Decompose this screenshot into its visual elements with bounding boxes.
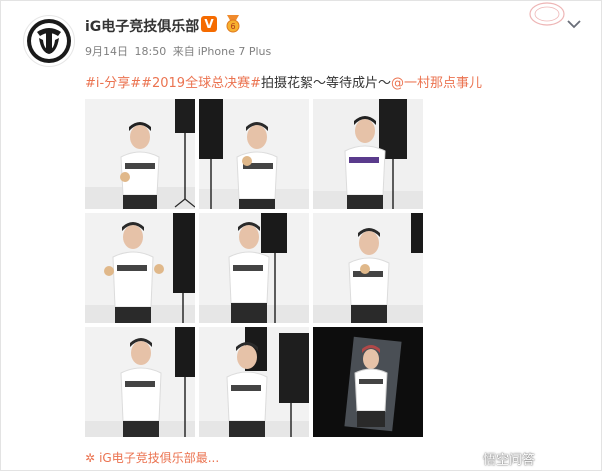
verified-badge-icon[interactable]: V	[201, 16, 217, 32]
avatar[interactable]	[23, 15, 75, 67]
svg-text:6: 6	[230, 22, 235, 31]
photo-5[interactable]	[199, 213, 309, 323]
mention-link[interactable]: @一村那点事儿	[391, 76, 482, 91]
post-text: #i-分享##2019全球总决赛#拍摄花絮～等待成片～@一村那点事儿	[85, 72, 482, 91]
post-date[interactable]: 9月14日	[85, 45, 128, 58]
footer-label: iG电子竞技俱乐部最...	[99, 451, 220, 465]
post-meta: 9月14日 18:50 来自 iPhone 7 Plus	[85, 43, 274, 59]
photo-6[interactable]	[313, 213, 423, 323]
ig-logo-icon	[27, 19, 71, 63]
photo-7[interactable]	[85, 327, 195, 437]
hashtag-worlds-2019[interactable]: #2019全球总决赛#	[141, 76, 261, 91]
chevron-down-icon[interactable]	[567, 19, 581, 29]
photo-3[interactable]	[313, 99, 423, 209]
source-prefix: 来自	[172, 45, 195, 58]
photo-8[interactable]	[199, 327, 309, 437]
hashtag-i-share[interactable]: #i-分享#	[85, 76, 141, 91]
watermark: 悟空问答	[483, 453, 536, 468]
weibo-post-card: iG电子竞技俱乐部 V 6 9月14日 18:50 来自 iPhone 7 Plu…	[0, 0, 602, 471]
post-body: 拍摄花絮～等待成片～	[260, 76, 391, 91]
footer-link[interactable]: ✲ iG电子竞技俱乐部最...	[85, 449, 219, 466]
stamp-icon	[529, 2, 565, 26]
username[interactable]: iG电子竞技俱乐部	[85, 16, 199, 36]
photo-9[interactable]	[313, 327, 423, 437]
medal-icon[interactable]: 6	[223, 14, 243, 34]
source-device: iPhone 7 Plus	[197, 45, 272, 58]
sun-icon: ✲	[85, 451, 96, 465]
photo-1[interactable]	[85, 99, 195, 209]
photo-grid	[85, 99, 423, 437]
post-time[interactable]: 18:50	[135, 45, 167, 58]
photo-4[interactable]	[85, 213, 195, 323]
photo-2[interactable]	[199, 99, 309, 209]
